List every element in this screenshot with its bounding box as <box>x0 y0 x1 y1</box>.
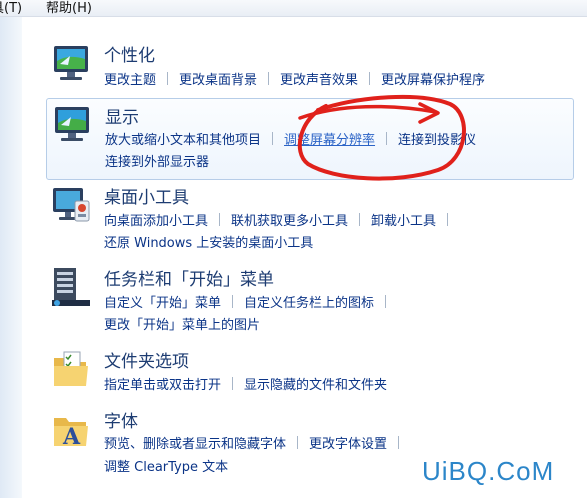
link-adjust-cleartype[interactable]: 调整 ClearType 文本 <box>104 456 228 475</box>
link-row: 预览、删除或者显示和隐藏字体 更改字体设置 <box>104 433 410 452</box>
separator <box>219 212 221 226</box>
taskbar-start-menu-icon <box>50 266 92 308</box>
desktop-gadgets-icon <box>50 184 92 226</box>
separator <box>386 131 388 145</box>
separator <box>398 435 400 449</box>
link-add-gadgets[interactable]: 向桌面添加小工具 <box>104 210 208 229</box>
menu-help[interactable]: 帮助(H) <box>46 0 92 16</box>
personalization-monitor-icon <box>50 42 92 84</box>
watermark: UiBQ.CoM <box>422 456 555 486</box>
link-restore-gadgets[interactable]: 还原 Windows 上安装的桌面小工具 <box>104 232 313 251</box>
separator <box>268 71 270 85</box>
link-row: 向桌面添加小工具 联机获取更多小工具 卸载小工具 <box>104 210 459 229</box>
link-row: 还原 Windows 上安装的桌面小工具 <box>104 232 313 251</box>
link-row: 自定义「开始」菜单 自定义任务栏上的图标 <box>104 292 397 311</box>
link-change-theme[interactable]: 更改主题 <box>104 69 156 88</box>
section-display: 显示 放大或缩小文本和其他项目 调整屏幕分辨率 连接到投影仪 连接到外部显示器 <box>46 98 574 180</box>
section-desktop-gadgets: 桌面小工具 向桌面添加小工具 联机获取更多小工具 卸载小工具 还原 Window… <box>46 180 572 256</box>
link-change-start-menu-picture[interactable]: 更改「开始」菜单上的图片 <box>104 314 260 333</box>
link-preview-delete-fonts[interactable]: 预览、删除或者显示和隐藏字体 <box>104 433 286 452</box>
menu-tools[interactable]: 具(T) <box>0 0 22 16</box>
separator <box>447 212 449 226</box>
separator <box>232 294 234 308</box>
link-row: 指定单击或双击打开 显示隐藏的文件和文件夹 <box>104 374 387 393</box>
link-show-hidden-files[interactable]: 显示隐藏的文件和文件夹 <box>244 374 387 393</box>
link-row: 连接到外部显示器 <box>105 151 209 170</box>
section-title[interactable]: 显示 <box>105 103 139 128</box>
link-customize-start-menu[interactable]: 自定义「开始」菜单 <box>104 292 221 311</box>
separator <box>359 212 361 226</box>
link-customize-taskbar-icons[interactable]: 自定义任务栏上的图标 <box>244 292 374 311</box>
svg-text:A: A <box>62 424 81 450</box>
section-personalization: 个性化 更改主题 更改桌面背景 更改声音效果 更改屏幕保护程序 <box>46 38 572 94</box>
folder-options-icon <box>50 348 92 390</box>
link-row: 更改主题 更改桌面背景 更改声音效果 更改屏幕保护程序 <box>104 69 485 88</box>
link-row: 调整 ClearType 文本 <box>104 456 228 475</box>
separator <box>167 71 169 85</box>
link-change-sound-effects[interactable]: 更改声音效果 <box>280 69 358 88</box>
link-change-desktop-background[interactable]: 更改桌面背景 <box>179 69 257 88</box>
section-taskbar-start-menu: 任务栏和「开始」菜单 自定义「开始」菜单 自定义任务栏上的图标 更改「开始」菜单… <box>46 262 572 338</box>
left-pane-edge <box>0 17 22 498</box>
section-title[interactable]: 个性化 <box>104 41 155 66</box>
link-adjust-screen-resolution[interactable]: 调整屏幕分辨率 <box>284 129 375 148</box>
link-change-font-settings[interactable]: 更改字体设置 <box>309 433 387 452</box>
link-row: 更改「开始」菜单上的图片 <box>104 314 260 333</box>
section-title[interactable]: 任务栏和「开始」菜单 <box>104 265 274 290</box>
fonts-folder-icon: A <box>50 408 92 450</box>
separator <box>385 294 387 308</box>
link-get-more-gadgets-online[interactable]: 联机获取更多小工具 <box>231 210 348 229</box>
separator <box>232 376 234 390</box>
separator <box>297 435 299 449</box>
link-connect-external-display[interactable]: 连接到外部显示器 <box>105 151 209 170</box>
menu-bar: 具(T) 帮助(H) <box>0 0 587 17</box>
link-change-screen-saver[interactable]: 更改屏幕保护程序 <box>381 69 485 88</box>
display-monitor-icon <box>51 103 93 145</box>
link-single-or-double-click[interactable]: 指定单击或双击打开 <box>104 374 221 393</box>
separator <box>369 71 371 85</box>
link-adjust-text-size[interactable]: 放大或缩小文本和其他项目 <box>105 129 261 148</box>
link-row: 放大或缩小文本和其他项目 调整屏幕分辨率 连接到投影仪 <box>105 129 476 148</box>
separator <box>272 131 274 145</box>
section-title[interactable]: 文件夹选项 <box>104 347 189 372</box>
section-title[interactable]: 字体 <box>104 407 138 432</box>
link-uninstall-gadget[interactable]: 卸载小工具 <box>371 210 436 229</box>
section-folder-options: 文件夹选项 指定单击或双击打开 显示隐藏的文件和文件夹 <box>46 344 572 398</box>
link-connect-projector[interactable]: 连接到投影仪 <box>398 129 476 148</box>
section-title[interactable]: 桌面小工具 <box>104 183 189 208</box>
